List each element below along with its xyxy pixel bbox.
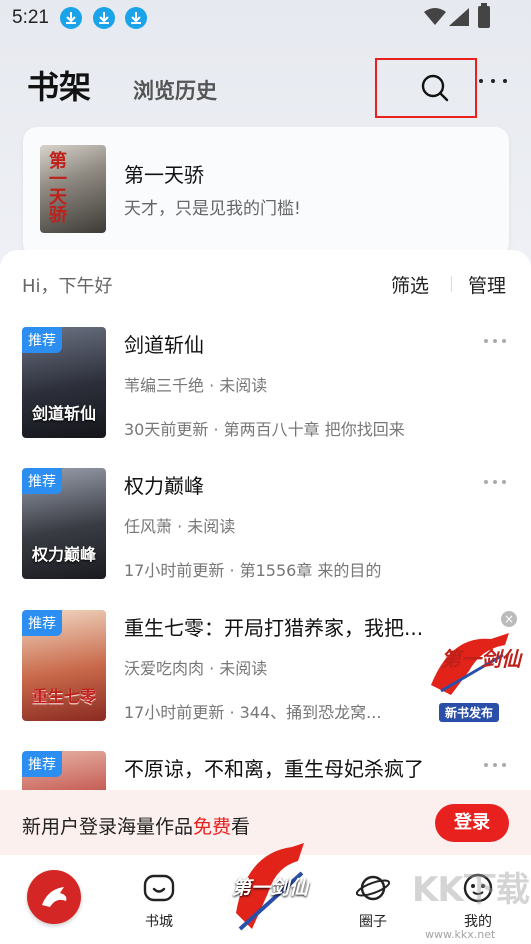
bookstore-icon xyxy=(143,874,175,902)
promo-label: 新书发布 xyxy=(439,703,500,722)
download-icon xyxy=(125,7,147,29)
center-promo-text: 第一剑仙 xyxy=(232,877,309,899)
download-icon xyxy=(60,7,82,29)
divider xyxy=(451,276,452,292)
book-cover: 推荐 权力巅峰 xyxy=(22,468,106,579)
book-list-item[interactable]: 推荐 剑道斩仙 剑道斩仙 苇编三千绝 · 未阅读 30天前更新 · 第两百八十章… xyxy=(0,327,531,457)
recommend-badge: 推荐 xyxy=(22,610,62,636)
featured-cover-text: 第一天骄 xyxy=(46,151,67,223)
book-author-status: 苇编三千绝 · 未阅读 xyxy=(124,376,268,395)
download-icon xyxy=(93,7,115,29)
book-title: 剑道斩仙 xyxy=(124,333,204,357)
nav-bookstore-label: 书城 xyxy=(145,914,173,930)
book-more-button[interactable] xyxy=(484,763,508,769)
book-cover-text: 重生七零 xyxy=(31,687,96,706)
book-author-status: 沃爱吃肉肉 · 未阅读 xyxy=(124,659,268,678)
book-cover-text: 权力巅峰 xyxy=(31,545,96,564)
book-cover-text: 剑道斩仙 xyxy=(31,404,96,423)
nav-circle[interactable]: 圈子 xyxy=(343,873,403,931)
more-options-button[interactable] xyxy=(476,70,510,90)
book-cover: 推荐 重生七零 xyxy=(22,610,106,721)
filter-button[interactable]: 筛选 xyxy=(391,271,429,298)
manage-button[interactable]: 管理 xyxy=(468,271,506,298)
featured-book-tagline: 天才，只是见我的门槛! xyxy=(124,199,301,219)
wifi-icon xyxy=(424,8,446,25)
signal-icon xyxy=(449,8,469,26)
recommend-badge: 推荐 xyxy=(22,327,62,353)
watermark-logo: KK下载 xyxy=(412,870,530,910)
page-title: 书架 xyxy=(27,68,92,106)
book-list-item[interactable]: 推荐 权力巅峰 权力巅峰 任风萧 · 未阅读 17小时前更新 · 第1556章 … xyxy=(0,468,531,598)
recommend-badge: 推荐 xyxy=(22,751,62,777)
greeting-text: Hi，下午好 xyxy=(22,276,113,297)
planet-icon xyxy=(355,875,391,901)
promo-art-text: 第一剑仙 xyxy=(441,647,521,671)
promo-float-banner[interactable]: × 第一剑仙 新书发布 xyxy=(421,611,521,722)
search-icon xyxy=(421,74,449,102)
recommend-badge: 推荐 xyxy=(22,468,62,494)
featured-book-card[interactable]: 第一天骄 第一天骄 天才，只是见我的门槛! xyxy=(23,127,509,257)
book-update-info: 17小时前更新 · 344、捅到恐龙窝... xyxy=(124,703,382,722)
nav-bookstore[interactable]: 书城 xyxy=(129,873,189,931)
book-update-info: 30天前更新 · 第两百八十章 把你找回来 xyxy=(124,420,405,439)
featured-book-cover: 第一天骄 xyxy=(40,145,106,233)
book-list-item[interactable]: 推荐 不原谅，不和离，重生母妃杀疯了 xyxy=(0,751,531,791)
book-title: 权力巅峰 xyxy=(124,474,204,498)
status-time: 5:21 xyxy=(12,7,49,28)
tab-browse-history[interactable]: 浏览历史 xyxy=(133,75,217,105)
book-title: 不原谅，不和离，重生母妃杀疯了 xyxy=(124,757,424,781)
battery-icon xyxy=(478,3,490,28)
book-cover: 推荐 xyxy=(22,751,106,791)
book-title: 重生七零：开局打猎养家，我把... xyxy=(124,616,424,640)
nav-center-promo[interactable]: 第一剑仙 xyxy=(222,833,310,943)
watermark-url: www.kkx.net xyxy=(425,928,496,941)
search-button[interactable] xyxy=(375,58,477,118)
book-more-button[interactable] xyxy=(484,339,508,345)
nav-home-button[interactable] xyxy=(27,870,81,924)
book-cover: 推荐 剑道斩仙 xyxy=(22,327,106,438)
nav-circle-label: 圈子 xyxy=(359,914,387,930)
book-more-button[interactable] xyxy=(484,480,508,486)
login-button[interactable]: 登录 xyxy=(435,804,509,842)
book-author-status: 任风萧 · 未阅读 xyxy=(124,517,236,536)
featured-book-title: 第一天骄 xyxy=(124,163,204,187)
login-promo-text: 新用户登录海量作品免费看 xyxy=(22,816,251,838)
book-update-info: 17小时前更新 · 第1556章 来的目的 xyxy=(124,561,382,580)
status-bar: 5:21 xyxy=(0,0,531,38)
app-logo-icon xyxy=(42,887,67,907)
